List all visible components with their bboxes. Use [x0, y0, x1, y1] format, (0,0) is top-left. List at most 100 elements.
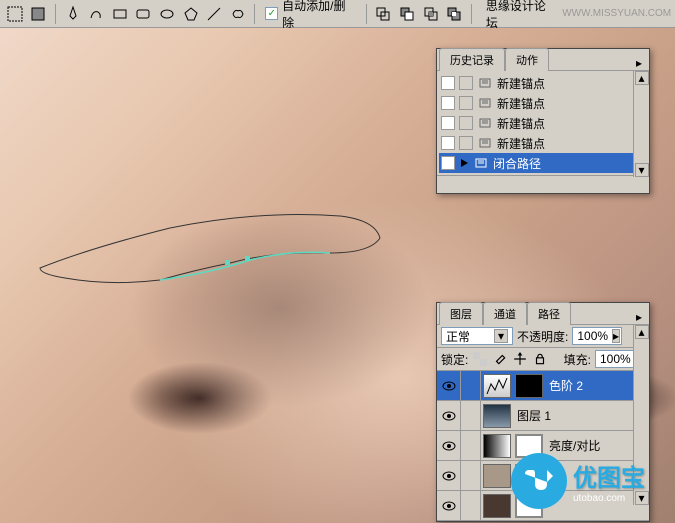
- anchor-point-icon: [477, 135, 493, 151]
- history-panel: 历史记录 动作 ▸ 新建锚点 新建锚点 新建锚点: [436, 48, 650, 194]
- tab-paths[interactable]: 路径: [527, 302, 571, 325]
- anchor-point-icon: [477, 95, 493, 111]
- visibility-toggle[interactable]: [437, 401, 461, 430]
- eye-icon: [442, 411, 456, 421]
- options-toolbar: 自动添加/删除 思缘设计论坛 WWW.MISSYUAN.COM: [0, 0, 675, 28]
- shape-mode-icon[interactable]: [28, 3, 50, 25]
- history-brush-slot[interactable]: [459, 96, 473, 110]
- scroll-up-icon[interactable]: ▴: [635, 325, 649, 339]
- link-slot[interactable]: [461, 371, 481, 400]
- history-brush-slot[interactable]: [459, 116, 473, 130]
- history-item[interactable]: 新建锚点: [439, 113, 647, 133]
- lock-position-icon[interactable]: [512, 351, 528, 367]
- lock-paint-icon[interactable]: [492, 351, 508, 367]
- auto-add-delete-checkbox[interactable]: 自动添加/删除: [265, 0, 355, 31]
- adjustment-thumbnail: [483, 434, 511, 458]
- history-item[interactable]: 新建锚点: [439, 133, 647, 153]
- custom-shape-tool-icon[interactable]: [227, 3, 249, 25]
- closed-path-overlay: [30, 198, 390, 288]
- history-brush-slot[interactable]: [459, 76, 473, 90]
- layer-thumbnail: [483, 404, 511, 428]
- pen-presets-icon[interactable]: [4, 3, 26, 25]
- dropdown-arrow-icon: ▸: [612, 329, 620, 343]
- path-op-subtract-icon[interactable]: [396, 3, 418, 25]
- site-url: WWW.MISSYUAN.COM: [562, 8, 671, 19]
- visibility-toggle[interactable]: [437, 491, 461, 520]
- path-op-intersect-icon[interactable]: [420, 3, 442, 25]
- fill-label: 填充:: [564, 351, 591, 368]
- visibility-toggle[interactable]: [437, 431, 461, 460]
- layer-name: 图层 1: [517, 407, 551, 424]
- history-snapshot-slot[interactable]: [441, 136, 455, 150]
- anchor-point-icon: [477, 75, 493, 91]
- line-tool-icon[interactable]: [203, 3, 225, 25]
- layer-lock-row: 锁定: 填充: 100% ▸: [437, 348, 649, 371]
- path-op-exclude-icon[interactable]: [443, 3, 465, 25]
- blend-mode-dropdown[interactable]: 正常 ▾: [441, 327, 513, 345]
- layer-item[interactable]: 色阶 2: [437, 371, 649, 401]
- rounded-rect-tool-icon[interactable]: [133, 3, 155, 25]
- freeform-pen-icon[interactable]: [86, 3, 108, 25]
- tab-history[interactable]: 历史记录: [439, 48, 505, 71]
- history-list: 新建锚点 新建锚点 新建锚点 新建锚点: [437, 71, 649, 175]
- tab-actions[interactable]: 动作: [505, 48, 549, 71]
- layer-item[interactable]: 图层 1: [437, 401, 649, 431]
- blend-mode-value: 正常: [446, 328, 470, 345]
- ellipse-tool-icon[interactable]: [156, 3, 178, 25]
- history-current-icon: [459, 158, 469, 168]
- watermark-logo-icon: [511, 453, 567, 509]
- panel-menu-icon[interactable]: ▸: [631, 56, 647, 70]
- history-item[interactable]: 新建锚点: [439, 73, 647, 93]
- lock-all-icon[interactable]: [532, 351, 548, 367]
- eye-icon: [442, 501, 456, 511]
- history-item[interactable]: 闭合路径: [439, 153, 647, 173]
- history-panel-tabs: 历史记录 动作 ▸: [437, 49, 649, 71]
- link-slot[interactable]: [461, 491, 481, 520]
- visibility-toggle[interactable]: [437, 371, 461, 400]
- link-slot[interactable]: [461, 401, 481, 430]
- opacity-label: 不透明度:: [517, 328, 568, 345]
- link-slot[interactable]: [461, 431, 481, 460]
- link-slot[interactable]: [461, 461, 481, 490]
- opacity-field[interactable]: 100% ▸: [572, 327, 622, 345]
- close-path-icon: [473, 155, 489, 171]
- panel-menu-icon[interactable]: ▸: [631, 310, 647, 324]
- scroll-down-icon[interactable]: ▾: [635, 163, 649, 177]
- separator: [471, 4, 472, 24]
- anchor-point-icon: [477, 115, 493, 131]
- history-snapshot-slot[interactable]: [441, 96, 455, 110]
- scroll-up-icon[interactable]: ▴: [635, 71, 649, 85]
- tab-layers[interactable]: 图层: [439, 302, 483, 325]
- layers-panel-tabs: 图层 通道 路径 ▸: [437, 303, 649, 325]
- dropdown-arrow-icon: ▾: [494, 329, 508, 343]
- history-scrollbar[interactable]: ▴ ▾: [633, 71, 649, 177]
- lock-transparency-icon[interactable]: [472, 351, 488, 367]
- checkbox-icon: [265, 7, 278, 20]
- checkbox-label-text: 自动添加/删除: [282, 0, 356, 31]
- watermark-url: utobao.com: [573, 493, 645, 504]
- history-item-label: 闭合路径: [493, 155, 541, 172]
- adjustment-thumbnail: [483, 374, 511, 398]
- history-snapshot-slot[interactable]: [441, 116, 455, 130]
- layer-name: 亮度/对比: [549, 437, 600, 454]
- eye-icon: [442, 441, 456, 451]
- history-snapshot-slot[interactable]: [441, 156, 455, 170]
- layer-name: 色阶 2: [549, 377, 583, 394]
- history-brush-slot[interactable]: [459, 136, 473, 150]
- tab-channels[interactable]: 通道: [483, 302, 527, 325]
- layer-thumbnail: [483, 464, 511, 488]
- mask-thumbnail: [515, 374, 543, 398]
- path-op-combine-icon[interactable]: [373, 3, 395, 25]
- fill-value: 100%: [600, 352, 631, 366]
- opacity-value: 100%: [577, 329, 608, 343]
- forum-link[interactable]: 思缘设计论坛: [486, 0, 556, 31]
- pen-tool-icon[interactable]: [62, 3, 84, 25]
- rectangle-tool-icon[interactable]: [109, 3, 131, 25]
- history-item[interactable]: 新建锚点: [439, 93, 647, 113]
- polygon-tool-icon[interactable]: [180, 3, 202, 25]
- history-snapshot-slot[interactable]: [441, 76, 455, 90]
- history-item-label: 新建锚点: [497, 115, 545, 132]
- layer-thumbnail: [483, 494, 511, 518]
- visibility-toggle[interactable]: [437, 461, 461, 490]
- watermark: 优图宝 utobao.com: [511, 453, 645, 509]
